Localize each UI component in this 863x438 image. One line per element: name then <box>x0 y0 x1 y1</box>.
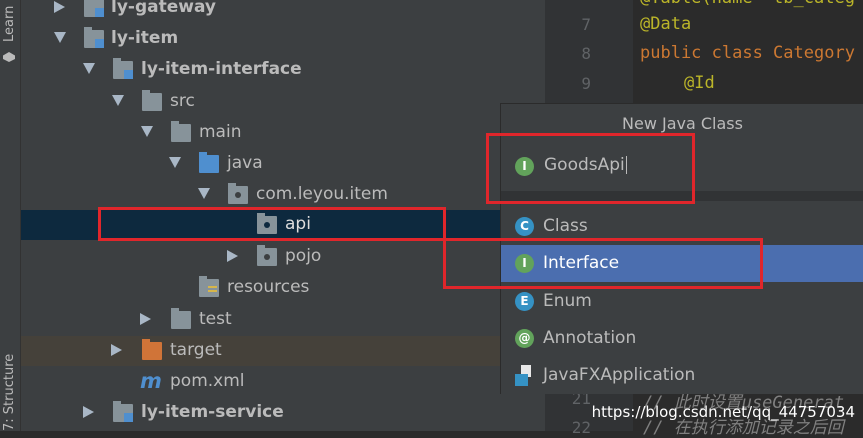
highlight-box-name <box>486 133 695 204</box>
tree-item-pom-xml[interactable]: m pom.xml <box>21 367 545 397</box>
tool-window-strip: Learn 7: Structure <box>0 0 21 431</box>
folder-icon <box>171 308 191 329</box>
tree-item-label: java <box>227 153 263 173</box>
expand-arrow-icon[interactable] <box>111 344 122 356</box>
tree-item-label: target <box>170 340 222 360</box>
watermark: https://blog.csdn.net/qq_44757034 <box>591 403 855 421</box>
tree-item-target[interactable]: target <box>21 336 545 366</box>
source-folder-icon <box>199 152 219 173</box>
module-folder-icon <box>84 0 104 17</box>
folder-icon <box>171 121 191 142</box>
tree-item-label: com.leyou.item <box>256 184 388 204</box>
tree-item-label: test <box>199 309 232 329</box>
highlight-box-interface <box>443 238 763 289</box>
tree-item-ly-item[interactable]: ly-item <box>21 24 545 54</box>
class-icon: C <box>515 217 534 236</box>
maven-icon: m <box>140 369 162 393</box>
learn-icon <box>3 52 15 62</box>
expand-arrow-icon[interactable] <box>140 313 151 325</box>
module-folder-icon <box>113 401 133 422</box>
expand-arrow-icon[interactable] <box>227 250 238 262</box>
tree-item-label: src <box>170 91 195 111</box>
collapse-arrow-icon[interactable] <box>54 32 66 43</box>
enum-icon: E <box>515 292 534 311</box>
kind-label: JavaFXApplication <box>543 365 696 385</box>
tree-item-ly-gateway[interactable]: ly-gateway <box>21 0 545 23</box>
tree-item-label: main <box>199 122 242 142</box>
excluded-folder-icon <box>142 339 162 360</box>
expand-arrow-icon[interactable] <box>54 1 65 13</box>
tree-item-label: ly-gateway <box>111 0 216 17</box>
module-folder-icon <box>113 58 133 79</box>
code-line: public class Category <box>640 43 855 63</box>
tree-item-label: pojo <box>285 246 322 266</box>
resources-folder-icon <box>199 276 219 297</box>
tree-item-label: pom.xml <box>170 371 245 391</box>
kind-option-javafx[interactable]: JavaFXApplication <box>501 357 863 394</box>
package-icon <box>228 183 248 204</box>
code-line: @Id <box>684 73 715 93</box>
folder-icon <box>142 90 162 111</box>
code-line: @Table(name= tb_categ <box>640 0 855 8</box>
expand-arrow-icon[interactable] <box>83 406 94 418</box>
tree-item-label: ly-item-service <box>141 402 284 422</box>
collapse-arrow-icon[interactable] <box>141 126 153 137</box>
tree-item-src[interactable]: src <box>21 87 545 117</box>
collapse-arrow-icon[interactable] <box>112 95 124 106</box>
collapse-arrow-icon[interactable] <box>83 63 95 74</box>
kind-label: Enum <box>543 291 592 311</box>
code-line: @Data <box>640 14 692 34</box>
annotation-icon: @ <box>515 329 534 348</box>
tree-item-test[interactable]: test <box>21 305 545 335</box>
kind-label: Class <box>543 216 588 236</box>
tree-item-label: resources <box>227 277 310 297</box>
learn-tab[interactable]: Learn <box>2 6 17 42</box>
module-folder-icon <box>84 27 104 48</box>
javafx-icon <box>515 365 535 387</box>
highlight-box-api <box>98 207 446 241</box>
structure-tab[interactable]: 7: Structure <box>2 354 17 431</box>
line-number: 8 <box>581 44 591 63</box>
tree-item-label: ly-item-interface <box>141 59 302 79</box>
tree-item-java[interactable]: java <box>21 149 545 179</box>
collapse-arrow-icon[interactable] <box>169 157 181 168</box>
collapse-arrow-icon[interactable] <box>198 188 210 199</box>
tree-item-ly-item-service[interactable]: ly-item-service <box>21 398 545 428</box>
tree-item-main[interactable]: main <box>21 118 545 148</box>
package-icon <box>257 245 277 266</box>
tree-item-ly-item-interface[interactable]: ly-item-interface <box>21 55 545 85</box>
tree-item-com-leyou-item[interactable]: com.leyou.item <box>21 180 545 210</box>
kind-option-annotation[interactable]: @ Annotation <box>501 320 863 357</box>
kind-label: Annotation <box>543 328 637 348</box>
tree-item-label: ly-item <box>111 28 179 48</box>
line-number: 22 <box>571 418 591 437</box>
line-number: 9 <box>581 74 591 93</box>
line-number: 7 <box>581 15 591 34</box>
